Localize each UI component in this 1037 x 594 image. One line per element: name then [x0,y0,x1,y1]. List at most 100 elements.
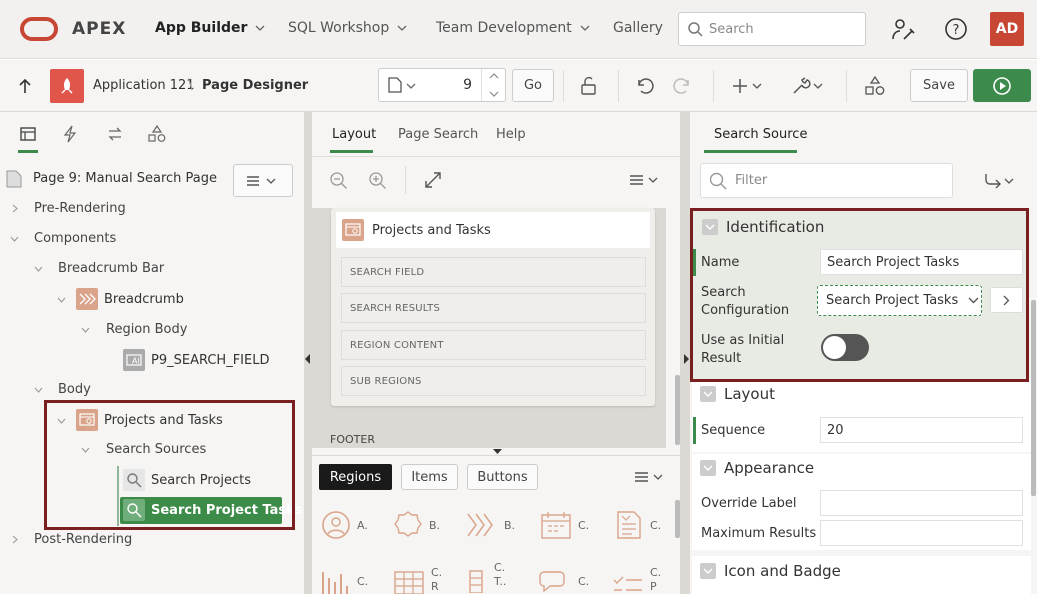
sequence-field[interactable]: 20 [820,417,1023,443]
undo-icon[interactable] [634,76,654,96]
shared-components-icon[interactable] [864,75,886,97]
redo-icon[interactable] [673,76,693,96]
search-input[interactable] [709,21,859,37]
layout-menu-button[interactable] [629,174,661,188]
filter-box[interactable]: Filter [700,163,953,198]
save-button[interactable]: Save [910,69,968,102]
tree-components[interactable]: Components [10,231,116,246]
scrollbar[interactable] [675,500,680,538]
tree-search-field-item[interactable]: AI P9_SEARCH_FIELD [123,349,270,371]
tree-pre-rendering[interactable]: Pre-Rendering [10,201,126,216]
dynamic-actions-tab-icon[interactable] [63,125,77,143]
svg-text:?: ? [953,23,960,38]
collapse-icon[interactable] [700,563,716,579]
page-number-field[interactable]: 9 [440,77,472,93]
collapse-icon[interactable] [700,386,716,402]
tree-breadcrumb-bar[interactable]: Breadcrumb Bar [34,261,164,276]
left-splitter[interactable] [304,112,312,594]
gallery-label: C. [431,566,443,579]
maximum-results-field[interactable] [820,520,1023,546]
slot-sub-regions[interactable]: SUB REGIONS [341,366,646,396]
gallery-label: R [431,580,439,593]
gallery-menu-button[interactable] [634,471,666,485]
chevron-down-icon [57,297,66,303]
create-menu[interactable] [733,77,765,95]
gallery-calendar-region[interactable]: C. [540,510,589,540]
arrow-up-icon[interactable] [18,78,32,94]
page-title[interactable]: Page 9: Manual Search Page [33,171,217,186]
scrollbar[interactable] [675,375,680,445]
nav-team-development[interactable]: Team Development [436,20,590,36]
right-splitter[interactable] [680,112,690,594]
tree-body[interactable]: Body [34,382,91,397]
tab-search-source[interactable]: Search Source [714,127,807,142]
expand-icon[interactable] [424,171,442,189]
gallery-column-toggle-region[interactable]: C. T.. [466,557,506,593]
splitter-arrow-down-icon[interactable] [493,449,502,454]
gallery-label: C. [578,518,590,532]
rendering-tab-icon[interactable] [20,126,36,142]
app-icon[interactable] [50,69,84,103]
scrollbar[interactable] [1031,300,1036,496]
search-box[interactable] [678,12,866,46]
collapse-icon[interactable] [700,460,716,476]
nav-gallery[interactable]: Gallery [613,20,663,36]
search-icon [709,172,727,189]
gallery-chart-region[interactable]: C. [321,568,368,594]
gallery-alert-region[interactable]: A. [321,510,368,540]
gallery-label-stack: C. T.. [494,561,506,589]
slot-region-content[interactable]: REGION CONTENT [341,330,646,360]
nav-team-development-label: Team Development [436,20,572,36]
tree-breadcrumb[interactable]: Breadcrumb [57,288,184,310]
page-stepper[interactable] [481,69,505,101]
admin-tools-icon[interactable] [891,17,917,43]
tab-page-search[interactable]: Page Search [398,127,478,142]
collapse-left-icon[interactable] [305,354,311,364]
toolbar-divider [713,70,714,102]
gallery-badge-region[interactable]: B. [393,510,440,540]
gallery-label: B. [429,518,441,532]
gallery-comments-region[interactable]: C. [538,568,589,594]
chevron-down-icon [34,266,43,272]
run-page-button[interactable] [973,69,1031,102]
section-icon-and-badge[interactable]: Icon and Badge [692,562,1031,580]
gallery-tab-buttons[interactable]: Buttons [467,464,538,490]
filter-placeholder: Filter [735,173,768,188]
gallery-tab-items[interactable]: Items [401,464,458,490]
breadcrumb-app[interactable]: Application 121 [93,78,195,93]
utilities-wrench-icon[interactable] [791,76,825,96]
nav-sql-workshop[interactable]: SQL Workshop [288,20,407,36]
zoom-in-icon[interactable] [368,171,388,191]
user-avatar[interactable]: AD [990,12,1024,46]
override-label-field[interactable] [820,490,1023,516]
go-to-group-menu[interactable] [983,172,1017,190]
slot-search-field[interactable]: SEARCH FIELD [341,257,646,287]
gallery-content-row-region[interactable]: C. P [612,566,661,594]
nav-app-builder[interactable]: App Builder [155,20,265,36]
column-toggle-icon [469,570,483,593]
chevron-down-icon [580,25,590,31]
unlock-icon[interactable] [579,76,599,96]
gallery-card-region[interactable]: C. [614,510,661,540]
go-button[interactable]: Go [512,69,554,102]
slot-search-results[interactable]: SEARCH RESULTS [341,293,646,323]
tree-label: P9_SEARCH_FIELD [151,352,270,368]
tree-menu-button[interactable] [233,164,293,197]
help-icon[interactable]: ? [944,17,968,41]
region-header[interactable]: Projects and Tasks [336,212,650,248]
tree-region-body[interactable]: Region Body [81,322,187,337]
gallery-breadcrumb-region[interactable]: B. [466,510,515,540]
tree-post-rendering[interactable]: Post-Rendering [10,532,132,547]
gallery-classic-report-region[interactable]: C. R [393,566,442,594]
tab-help[interactable]: Help [496,127,526,142]
oracle-logo-icon[interactable] [20,17,58,41]
app-brand[interactable]: APEX [72,19,126,39]
tab-layout[interactable]: Layout [332,127,376,142]
gallery-tab-regions[interactable]: Regions [319,464,392,490]
shared-components-tab-icon[interactable] [147,125,167,143]
zoom-out-icon[interactable] [329,171,349,191]
processing-tab-icon[interactable] [106,125,124,143]
section-layout[interactable]: Layout [692,385,1031,403]
section-appearance[interactable]: Appearance [692,459,1031,477]
tree-label: Components [34,231,117,246]
